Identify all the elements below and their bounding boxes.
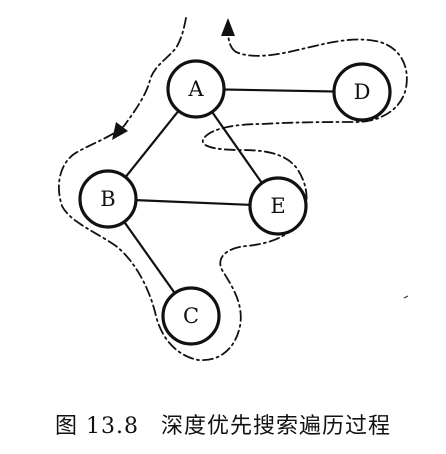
figure-caption: 图 13.8 深度优先搜索遍历过程 bbox=[0, 408, 446, 440]
node-c: C bbox=[161, 286, 221, 346]
node-c-label: C bbox=[183, 304, 199, 328]
node-a: A bbox=[166, 59, 226, 119]
node-a-label: A bbox=[187, 77, 204, 101]
dfs-traversal-diagram: A B C D E bbox=[58, 17, 409, 361]
caption-text: 深度优先搜索遍历过程 bbox=[160, 414, 391, 439]
node-e: E bbox=[248, 176, 308, 236]
traversal-arrow-up bbox=[221, 18, 235, 36]
caption-number: 图 13.8 bbox=[55, 414, 139, 439]
node-d-label: D bbox=[354, 80, 371, 104]
node-b: B bbox=[78, 169, 138, 229]
node-e-label: E bbox=[270, 194, 285, 218]
speck-mark bbox=[403, 295, 409, 299]
node-b-label: B bbox=[100, 187, 115, 211]
node-d: D bbox=[332, 62, 392, 122]
